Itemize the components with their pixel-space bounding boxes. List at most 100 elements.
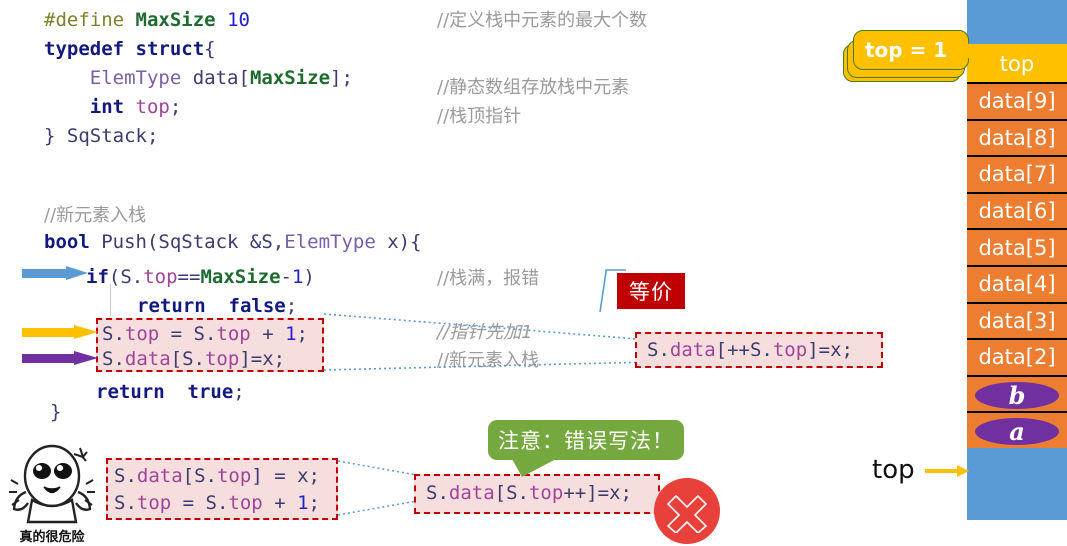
callout-tail	[512, 459, 556, 477]
yellow-arrow-icon	[22, 325, 98, 339]
struct-code-line: #define MaxSize 10	[44, 6, 353, 35]
code-token: typedef struct	[44, 38, 205, 60]
code-token: = S.	[171, 492, 229, 514]
code-token: +	[262, 492, 298, 514]
code-token: data	[448, 482, 495, 504]
comment-new-element: //新元素入栈	[437, 350, 540, 371]
code-token: -	[280, 266, 292, 288]
top-value-callout: top = 1	[843, 28, 983, 88]
push-if-line: if(S.top==MaxSize-1)	[86, 263, 315, 292]
code-token: int	[89, 96, 125, 118]
stack-cell-value-ellipse: b	[975, 380, 1059, 410]
blue-arrow-icon	[22, 266, 88, 280]
code-token: ];	[330, 67, 353, 89]
code-token: [S.	[170, 348, 205, 370]
code-token: [++S.	[715, 339, 773, 361]
stack-diagram: top data[9] data[8] data[7] data[6] data[5] da…	[967, 0, 1067, 520]
equivalent-code-box: S.data[++S.top]=x;	[635, 332, 883, 368]
code-token: top	[528, 482, 564, 504]
code-token: ] = x;	[251, 465, 320, 487]
meme-figure: 真的很危险	[2, 440, 102, 546]
code-token: top	[204, 348, 240, 370]
comment-maxsize: //定义栈中元素的最大个数	[437, 10, 648, 31]
push-signature-line: bool Push(SqStack &S,ElemType x){	[44, 228, 422, 257]
stack-cell-label: data[5]	[978, 235, 1056, 260]
code-token: ;	[169, 96, 182, 118]
code-token: ]=x;	[239, 348, 286, 370]
comment-stack-full: //栈满，报错	[437, 268, 540, 289]
code-token: top	[135, 96, 170, 118]
code-token: )	[303, 266, 315, 288]
code-token: #define	[44, 9, 125, 31]
code-token: = S.	[159, 323, 217, 345]
code-token: [	[238, 67, 250, 89]
stack-cell-label: top	[999, 51, 1035, 76]
stack-cell: data[6]	[967, 191, 1067, 229]
code-token: ElemType	[284, 231, 376, 253]
code-token: ==	[177, 266, 201, 288]
struct-code-line: int top;	[44, 93, 353, 122]
stack-cell-label: b	[1008, 380, 1026, 410]
comment-top-pointer: //栈顶指针	[437, 106, 522, 127]
correct-push-code-box: S.top = S.top + 1; S.data[S.top]=x;	[96, 318, 324, 372]
code-token: 1	[291, 266, 304, 288]
top-value-callout-label: top = 1	[865, 38, 948, 62]
wrong-line-1: S.data[S.top] = x;	[114, 463, 336, 490]
code-token: top	[124, 323, 160, 345]
code-token: bool	[44, 231, 90, 253]
equivalent-tag-label: 等价	[629, 280, 673, 304]
struct-definition-code: #define MaxSize 10 typedef struct{ ElemTy…	[44, 6, 353, 151]
stack-cell-label: data[2]	[978, 345, 1056, 370]
stack-cell-value-ellipse: a	[975, 417, 1059, 447]
code-token: return false	[137, 295, 286, 317]
code-token: MaxSize	[249, 67, 331, 89]
code-token: top	[136, 492, 172, 514]
wrong-line-2: S.top = S.top + 1;	[114, 490, 336, 517]
code-token: top	[216, 465, 252, 487]
code-token: return true	[96, 381, 234, 403]
code-token: MaxSize	[135, 9, 216, 31]
wrong-writing-callout-label: 注意：错误写法！	[498, 429, 674, 453]
struct-code-line: ElemType data[MaxSize];	[44, 64, 353, 93]
wrong-code-box-right: S.data[S.top++]=x;	[414, 474, 660, 514]
stack-cell: data[9]	[967, 82, 1067, 119]
slide-canvas: #define MaxSize 10 typedef struct{ ElemTy…	[0, 0, 1067, 546]
comment-push-header: //新元素入栈	[44, 205, 147, 226]
indent-guide	[110, 284, 111, 316]
code-token: data	[124, 348, 171, 370]
code-token: SqStack	[158, 231, 239, 253]
stack-cell: data[5]	[967, 228, 1067, 265]
line-increment-top: S.top = S.top + 1;	[102, 322, 322, 347]
code-token: 1	[285, 323, 297, 345]
code-token: [S.	[494, 482, 529, 504]
top-pointer-arrow-icon	[925, 464, 969, 478]
code-token: ++]=x;	[563, 482, 632, 504]
code-token: ]=x;	[807, 339, 853, 361]
comment-static-array: //静态数组存放栈中元素	[437, 77, 630, 98]
code-token: S.	[114, 492, 137, 514]
code-token: &S,	[238, 231, 285, 253]
stack-cell-label: data[7]	[978, 162, 1056, 187]
code-token: ;	[285, 295, 298, 317]
wrong-writing-callout: 注意：错误写法！	[488, 420, 684, 477]
push-closing-brace: }	[50, 398, 61, 427]
code-token: (S.	[108, 266, 144, 288]
code-token: S.	[114, 465, 137, 487]
shocked-face-icon	[9, 444, 95, 524]
code-token: data	[181, 67, 239, 89]
code-token: S.	[426, 482, 449, 504]
line-assign-data: S.data[S.top]=x;	[102, 347, 322, 372]
code-token: top	[216, 323, 251, 345]
stack-empty-bottom	[967, 448, 1067, 520]
wrong-code-line: S.data[S.top++]=x;	[426, 481, 658, 506]
stack-cell-label: a	[1009, 417, 1025, 447]
stack-cell-label: data[4]	[978, 272, 1056, 297]
code-token: ;	[233, 381, 245, 403]
code-token: if	[86, 266, 109, 288]
stack-cell: a	[967, 411, 1067, 448]
